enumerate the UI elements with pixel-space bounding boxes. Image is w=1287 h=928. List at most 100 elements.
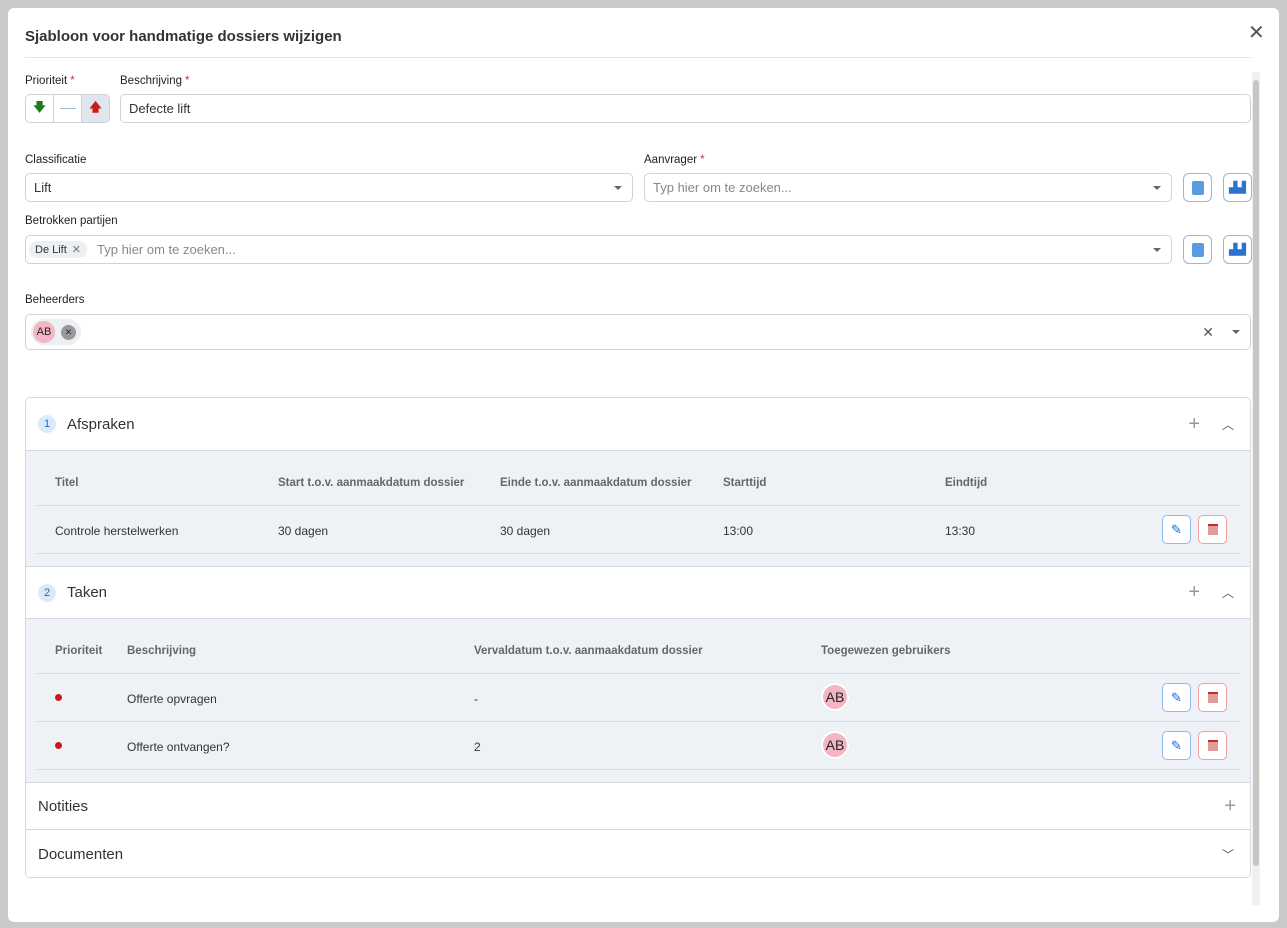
description-input[interactable]: Defecte lift [120,94,1251,123]
caret-down-icon [614,186,622,190]
scrollbar-thumb[interactable] [1253,80,1259,866]
cell-title: Controle herstelwerken [55,524,179,538]
remove-icon[interactable]: ✕ [72,243,81,256]
party-chip-label: De Lift [35,243,67,256]
divider [37,553,1239,554]
column-header: Einde t.o.v. aanmaakdatum dossier [500,477,692,489]
trash-icon [1207,740,1218,751]
column-header: Toegewezen gebruikers [821,645,951,657]
requester-placeholder: Typ hier om te zoeken... [653,180,792,195]
pencil-icon: ✎ [1171,521,1182,537]
priority-high-dot [55,694,62,701]
cell-start-time: 13:00 [723,524,754,538]
priority-normal-button[interactable] [54,95,82,122]
section-title: Documenten [38,845,124,863]
template-sections: 1 Afspraken + ︿ Titel Start t.o.v. aanmaa… [25,397,1251,878]
divider [37,721,1239,722]
appointments-table: Titel Start t.o.v. aanmaakdatum dossier … [26,451,1250,566]
section-title: Afspraken [67,415,135,433]
cell-description: Offerte opvragen [127,692,217,706]
caret-down-icon [1153,186,1161,190]
priority-low-button[interactable]: 🡇 [26,95,54,122]
divider [37,505,1239,506]
contact-book-icon [1191,180,1204,195]
caret-down-icon [1153,248,1161,252]
column-header: Prioriteit [55,645,103,657]
classification-label: Classificatie [25,154,87,166]
chevron-up-icon[interactable]: ︿ [1222,416,1234,433]
edit-button[interactable]: ✎ [1162,683,1191,712]
company-button[interactable]: ▟▟ [1223,235,1252,264]
documents-header[interactable]: Documenten ﹀ [26,830,1250,877]
avatar: AB [821,683,849,711]
priority-high-dot [55,742,62,749]
add-icon[interactable]: + [1188,581,1200,604]
column-header: Titel [55,477,79,489]
avatar: AB [33,321,55,343]
cell-description: Offerte ontvangen? [127,740,230,754]
cell-end: 30 dagen [500,524,551,538]
dialog-title: Sjabloon voor handmatige dossiers wijzig… [25,28,342,45]
arrow-down-icon: 🡇 [33,100,46,114]
edit-template-dialog: Sjabloon voor handmatige dossiers wijzig… [8,8,1279,922]
parties-select[interactable]: De Lift ✕ Typ hier om te zoeken... [25,235,1172,264]
classification-select[interactable]: Lift [25,173,633,202]
pencil-icon: ✎ [1171,737,1182,753]
managers-select[interactable]: AB ✕ ✕ [25,314,1251,350]
column-header: Beschrijving [127,645,197,657]
tasks-header[interactable]: 2 Taken + ︿ [26,566,1250,619]
add-icon[interactable]: + [1224,795,1236,818]
delete-button[interactable] [1198,731,1227,760]
cell-start: 30 dagen [278,524,329,538]
remove-icon[interactable]: ✕ [61,324,76,340]
column-header: Starttijd [723,477,767,489]
manager-chip: AB ✕ [31,319,81,345]
priority-high-button[interactable]: 🡅 [82,95,109,122]
cell-due: - [474,692,478,706]
parties-placeholder: Typ hier om te zoeken... [97,242,236,257]
requester-select[interactable]: Typ hier om te zoeken... [644,173,1172,202]
notes-header[interactable]: Notities + [26,782,1250,830]
trash-icon [1207,524,1218,535]
trash-icon [1207,692,1218,703]
appointments-header[interactable]: 1 Afspraken + ︿ [26,398,1250,451]
chevron-up-icon[interactable]: ︿ [1222,584,1234,601]
company-button[interactable]: ▟▟ [1223,173,1252,202]
tasks-table: Prioriteit Beschrijving Vervaldatum t.o.… [26,619,1250,782]
party-chip: De Lift ✕ [29,241,88,258]
section-number: 1 [38,415,56,433]
divider [25,57,1251,58]
section-number: 2 [38,583,56,602]
column-header: Vervaldatum t.o.v. aanmaakdatum dossier [474,645,703,657]
column-header: Start t.o.v. aanmaakdatum dossier [278,477,465,489]
chevron-down-icon[interactable]: ﹀ [1222,846,1234,863]
divider [37,673,1239,674]
close-icon[interactable]: ✕ [1248,20,1265,45]
pencil-icon: ✎ [1171,689,1182,705]
column-header: Eindtijd [945,477,988,489]
cell-due: 2 [474,740,481,754]
contact-book-icon [1191,242,1204,257]
delete-button[interactable] [1198,683,1227,712]
cell-end-time: 13:30 [945,524,976,538]
add-icon[interactable]: + [1188,413,1200,436]
edit-button[interactable]: ✎ [1162,731,1191,760]
priority-label: Prioriteit * [25,75,75,87]
priority-selector[interactable]: 🡇 🡅 [25,94,110,123]
description-label: Beschrijving * [120,75,190,87]
clear-icon[interactable]: ✕ [1202,324,1214,341]
divider [37,769,1239,770]
dash-icon [59,108,76,109]
arrow-up-icon: 🡅 [89,100,102,114]
classification-value: Lift [34,180,52,195]
requester-label: Aanvrager * [644,154,705,166]
contact-book-button[interactable] [1183,235,1212,264]
factory-icon: ▟▟ [1229,244,1246,256]
section-title: Notities [38,797,89,815]
edit-button[interactable]: ✎ [1162,515,1191,544]
delete-button[interactable] [1198,515,1227,544]
caret-down-icon[interactable] [1232,330,1240,334]
contact-book-button[interactable] [1183,173,1212,202]
parties-label: Betrokken partijen [25,215,118,227]
factory-icon: ▟▟ [1229,182,1246,194]
